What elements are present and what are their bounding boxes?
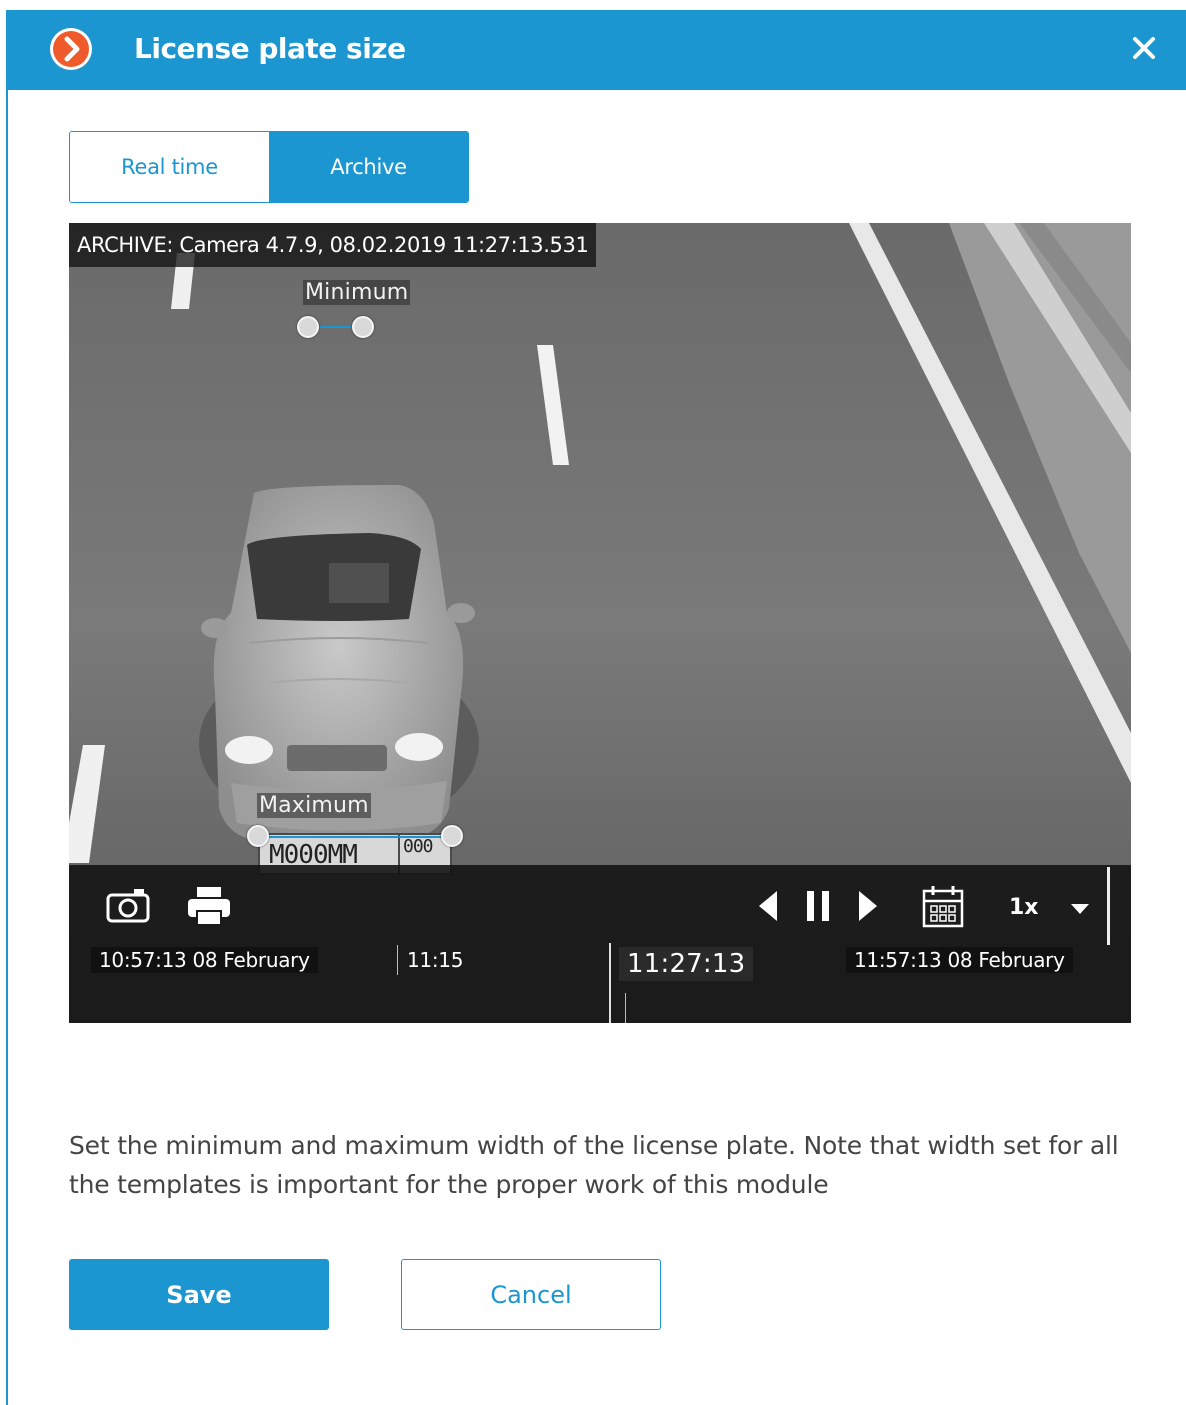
timeline-tick-small (625, 993, 626, 1023)
print-icon (188, 887, 230, 926)
cancel-button[interactable]: Cancel (401, 1259, 661, 1330)
timeline-tick-label: 11:15 (407, 948, 464, 972)
timeline-tick (397, 945, 398, 975)
maximum-width-line (269, 836, 455, 838)
save-button[interactable]: Save (69, 1259, 329, 1330)
step-back-button[interactable] (757, 889, 779, 927)
timeline-start-label: 10:57:13 08 February (91, 947, 318, 973)
timeline-current-time: 11:27:13 (619, 947, 754, 981)
dialog-title: License plate size (134, 32, 406, 65)
camera-snapshot-icon (106, 889, 150, 923)
video-preview[interactable]: ARCHIVE: Camera 4.7.9, 08.02.2019 11:27:… (69, 223, 1131, 1023)
snapshot-button[interactable] (105, 887, 151, 927)
title-bar: License plate size (8, 10, 1186, 90)
chevron-down-icon (1071, 904, 1089, 914)
plate-region-text: 000 (403, 836, 433, 857)
license-plate-size-dialog: License plate size Real time Archive ARC… (6, 10, 1186, 1405)
play-icon (859, 891, 877, 921)
step-back-icon (759, 891, 777, 921)
maximum-label: Maximum (257, 793, 371, 818)
calendar-button[interactable] (921, 885, 965, 933)
instruction-text: Set the minimum and maximum width of the… (69, 1131, 1119, 1199)
minimum-right-handle[interactable] (352, 316, 374, 338)
tab-archive[interactable]: Archive (269, 132, 468, 202)
mode-switch: Real time Archive (69, 131, 469, 203)
controls-divider (1107, 867, 1110, 945)
minimum-label: Minimum (303, 280, 411, 305)
calendar-icon (922, 886, 964, 928)
pause-button[interactable] (805, 891, 833, 925)
tab-real-time[interactable]: Real time (70, 132, 269, 202)
play-button[interactable] (857, 889, 879, 927)
speed-value[interactable]: 1x (1009, 895, 1039, 920)
pause-icon (807, 891, 829, 921)
maximum-right-handle[interactable] (441, 825, 463, 847)
close-button[interactable] (1128, 32, 1160, 64)
app-logo-icon (50, 28, 92, 70)
minimum-left-handle[interactable] (297, 316, 319, 338)
maximum-left-handle[interactable] (247, 825, 269, 847)
speed-dropdown-button[interactable] (1069, 901, 1091, 920)
print-button[interactable] (185, 885, 233, 931)
camera-osd-label: ARCHIVE: Camera 4.7.9, 08.02.2019 11:27:… (69, 223, 597, 267)
close-icon (1133, 37, 1155, 59)
playback-controls: 1x 10:57:13 08 February 11:15 11:27:13 1… (69, 865, 1131, 1023)
timeline-end-label: 11:57:13 08 February (846, 947, 1073, 973)
timeline-playhead[interactable] (609, 943, 611, 1023)
